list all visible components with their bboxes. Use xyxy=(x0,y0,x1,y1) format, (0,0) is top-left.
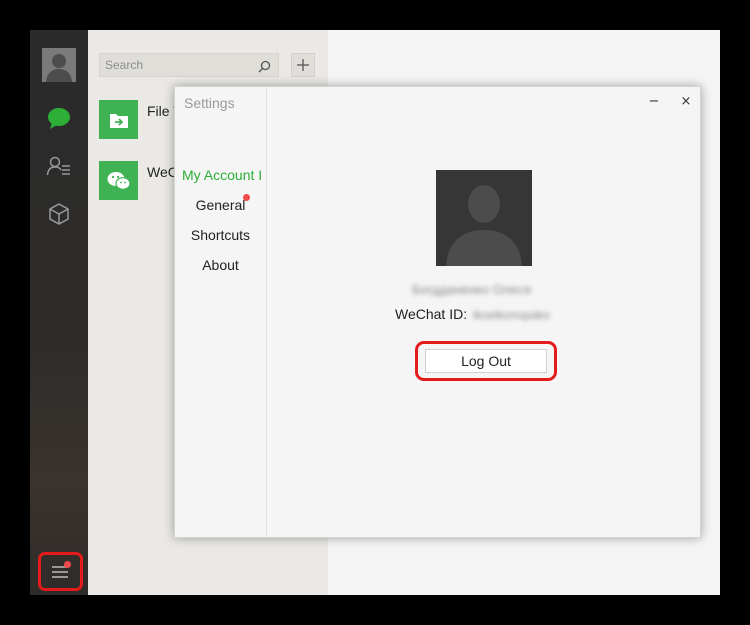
search-placeholder: Search xyxy=(105,58,144,72)
nav-item-my-account[interactable]: My Account I xyxy=(182,167,267,183)
menu-button[interactable] xyxy=(38,552,83,591)
logout-button[interactable]: Log Out xyxy=(425,349,547,373)
nav-item-about[interactable]: About xyxy=(175,257,266,273)
settings-nav: My Account I General Shortcuts About xyxy=(175,87,267,537)
contacts-icon[interactable] xyxy=(45,152,73,180)
sidebar xyxy=(30,30,88,595)
file-transfer-icon xyxy=(99,100,138,139)
wechat-id-value: ikoelkonopako xyxy=(473,308,550,322)
minimize-button[interactable]: − xyxy=(645,92,663,110)
profile-photo[interactable] xyxy=(436,170,532,266)
search-input[interactable]: Search xyxy=(99,53,279,77)
close-button[interactable]: × xyxy=(677,92,695,110)
search-icon xyxy=(258,58,271,77)
avatar[interactable] xyxy=(42,48,76,82)
logout-highlight: Log Out xyxy=(415,341,557,381)
settings-dialog: My Account I General Shortcuts About Set… xyxy=(174,86,701,538)
notification-badge xyxy=(243,194,250,201)
wechat-id-row: WeChat ID: ikoelkonopako xyxy=(395,306,550,322)
plus-icon xyxy=(297,59,309,71)
chat-icon[interactable] xyxy=(45,104,73,132)
dialog-title: Settings xyxy=(184,95,235,111)
wechat-id-label: WeChat ID: xyxy=(395,306,468,322)
wechat-icon xyxy=(99,161,138,200)
account-name: Богдданенко Олеся xyxy=(412,282,531,297)
notification-badge xyxy=(64,561,71,568)
add-button[interactable] xyxy=(291,53,315,77)
favorites-box-icon[interactable] xyxy=(45,200,73,228)
nav-item-shortcuts[interactable]: Shortcuts xyxy=(175,227,266,243)
nav-item-general[interactable]: General xyxy=(175,197,266,213)
